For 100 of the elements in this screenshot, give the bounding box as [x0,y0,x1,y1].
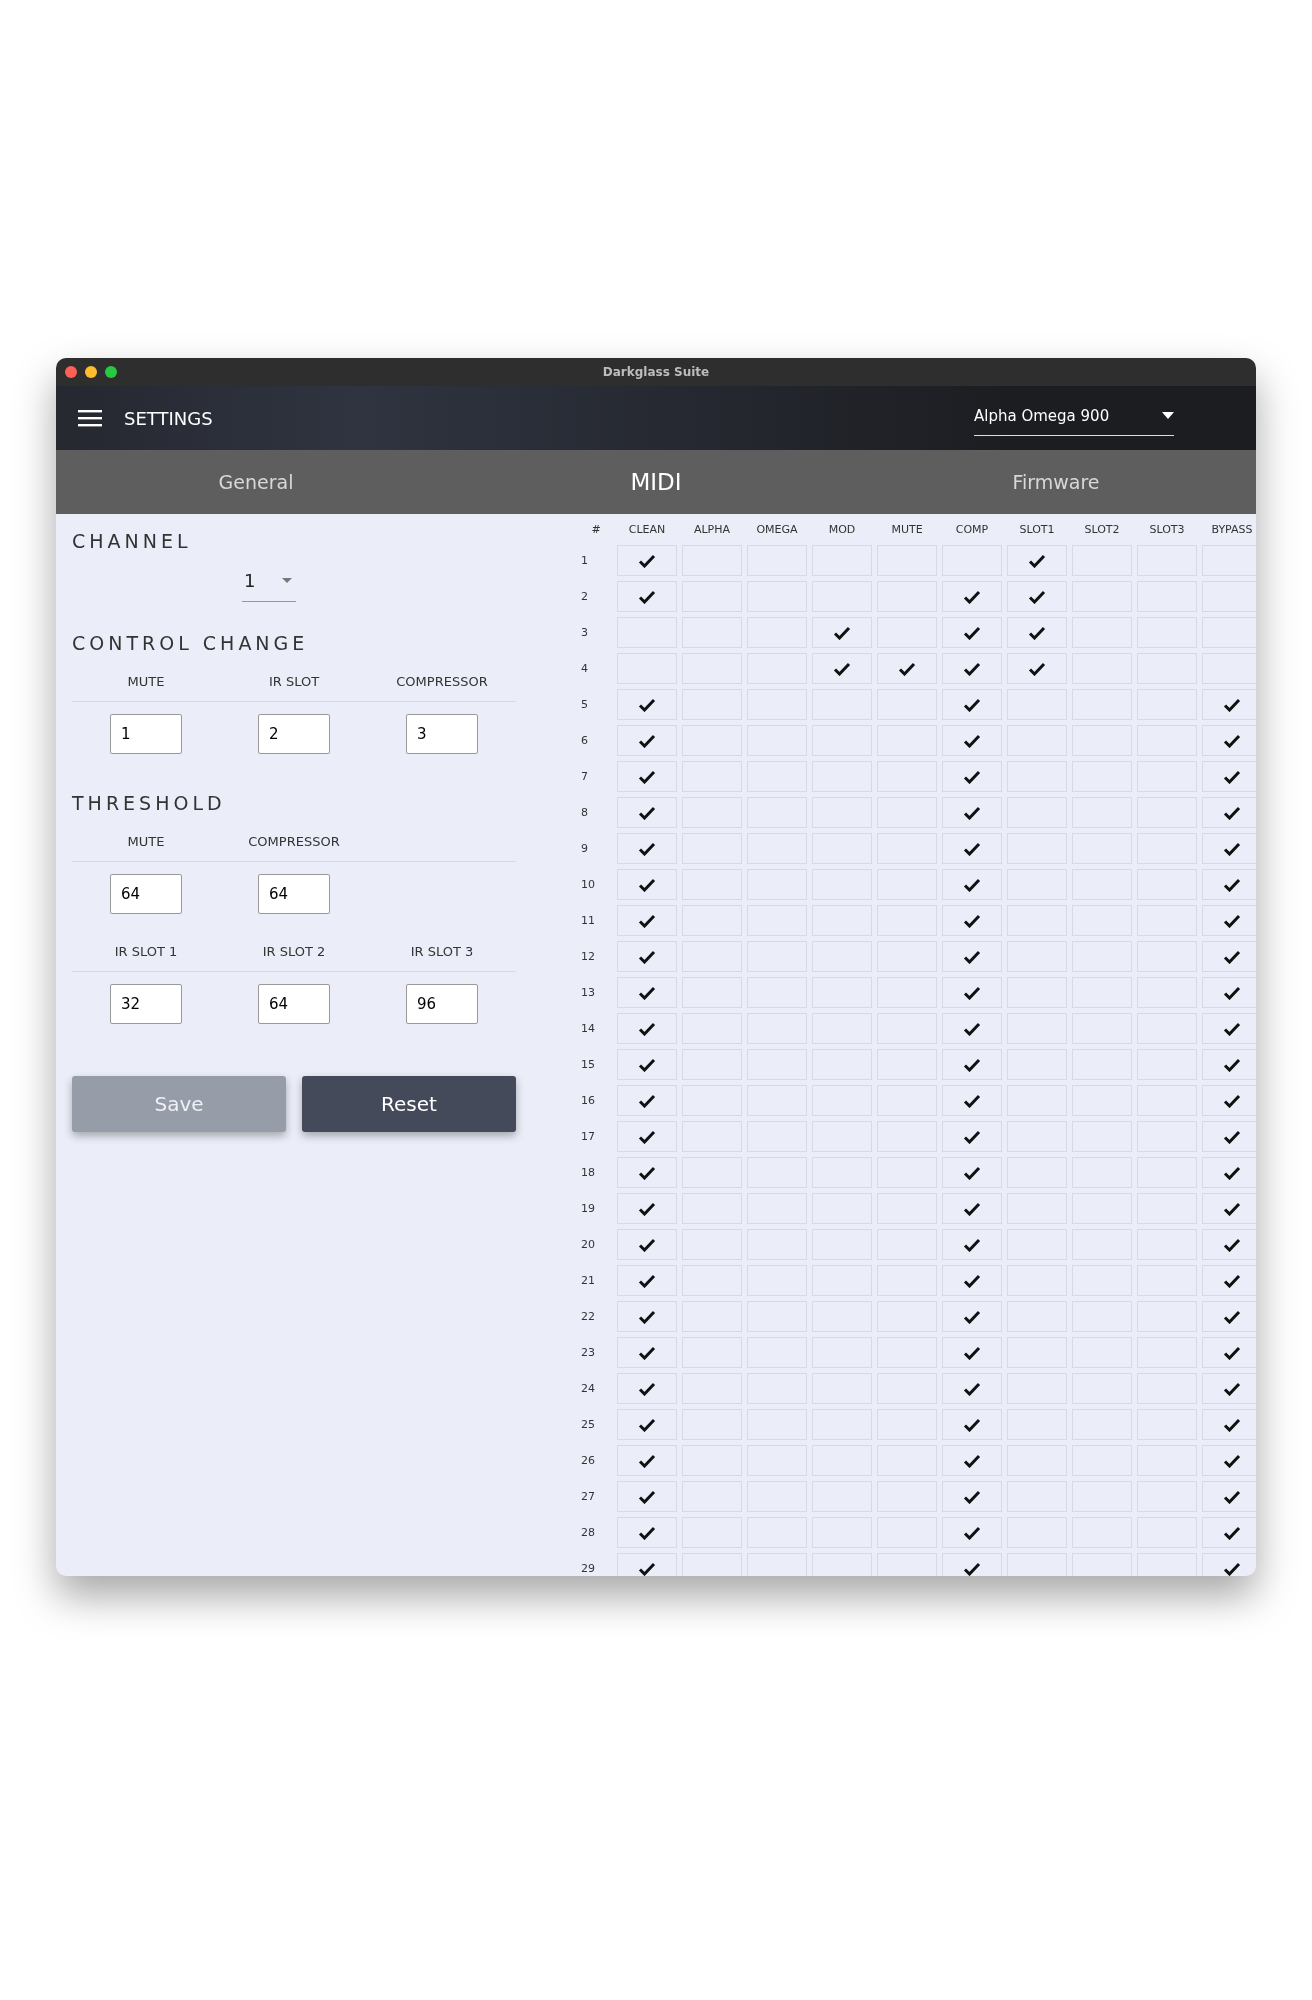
checkbox-cell[interactable] [1202,977,1256,1008]
checkbox-cell[interactable] [617,545,677,576]
checkbox-cell[interactable] [942,1013,1002,1044]
checkbox-cell[interactable] [1202,1409,1256,1440]
input-field[interactable]: 64 [258,874,330,914]
checkbox-cell[interactable] [617,689,677,720]
minimize-icon[interactable] [85,366,97,378]
checkbox-cell[interactable] [877,653,937,684]
checkbox-cell[interactable] [1202,797,1256,828]
input-field[interactable]: 96 [406,984,478,1024]
device-dropdown[interactable]: Alpha Omega 900 [974,400,1174,436]
checkbox-cell[interactable] [1202,1013,1256,1044]
checkbox-cell[interactable] [617,1229,677,1260]
checkbox-cell[interactable] [617,941,677,972]
checkbox-cell[interactable] [1202,545,1256,576]
checkbox-cell[interactable] [812,653,872,684]
checkbox-cell[interactable] [877,1553,937,1576]
checkbox-cell[interactable] [617,1301,677,1332]
checkbox-cell[interactable] [942,725,1002,756]
checkbox-cell[interactable] [942,761,1002,792]
checkbox-cell[interactable] [1202,1481,1256,1512]
input-field[interactable]: 2 [258,714,330,754]
checkbox-cell[interactable] [1202,1265,1256,1296]
checkbox-cell[interactable] [942,1193,1002,1224]
checkbox-cell[interactable] [1072,1553,1132,1576]
checkbox-cell[interactable] [617,581,677,612]
checkbox-cell[interactable] [812,1553,872,1576]
checkbox-cell[interactable] [942,797,1002,828]
input-field[interactable]: 3 [406,714,478,754]
channel-dropdown[interactable]: 1 [242,566,296,602]
checkbox-cell[interactable] [942,1373,1002,1404]
tab[interactable]: General [56,450,456,514]
checkbox-cell[interactable] [1007,617,1067,648]
checkbox-cell[interactable] [617,1481,677,1512]
checkbox-cell[interactable] [1202,1121,1256,1152]
checkbox-cell[interactable] [617,1553,677,1576]
checkbox-cell[interactable] [942,1121,1002,1152]
checkbox-cell[interactable] [1007,1553,1067,1576]
checkbox-cell[interactable] [942,833,1002,864]
input-field[interactable]: 1 [110,714,182,754]
zoom-icon[interactable] [105,366,117,378]
checkbox-cell[interactable] [617,1409,677,1440]
checkbox-cell[interactable] [1137,1553,1197,1576]
input-field[interactable]: 64 [258,984,330,1024]
checkbox-cell[interactable] [942,1085,1002,1116]
tab[interactable]: MIDI [456,450,856,514]
input-field[interactable]: 32 [110,984,182,1024]
checkbox-cell[interactable] [617,1013,677,1044]
reset-button[interactable]: Reset [302,1076,516,1132]
checkbox-cell[interactable] [942,1157,1002,1188]
checkbox-cell[interactable] [617,1121,677,1152]
checkbox-cell[interactable] [617,833,677,864]
checkbox-cell[interactable] [617,797,677,828]
checkbox-cell[interactable] [942,1517,1002,1548]
tab[interactable]: Firmware [856,450,1256,514]
checkbox-cell[interactable] [942,581,1002,612]
checkbox-cell[interactable] [1202,653,1256,684]
checkbox-cell[interactable] [617,1085,677,1116]
checkbox-cell[interactable] [942,941,1002,972]
checkbox-cell[interactable] [1202,941,1256,972]
checkbox-cell[interactable] [1202,1157,1256,1188]
checkbox-cell[interactable] [617,1193,677,1224]
checkbox-cell[interactable] [942,1409,1002,1440]
checkbox-cell[interactable] [617,1445,677,1476]
checkbox-cell[interactable] [747,1553,807,1576]
checkbox-cell[interactable] [617,1373,677,1404]
checkbox-cell[interactable] [1202,761,1256,792]
checkbox-cell[interactable] [1007,581,1067,612]
checkbox-cell[interactable] [942,869,1002,900]
checkbox-cell[interactable] [1202,1049,1256,1080]
checkbox-cell[interactable] [1007,653,1067,684]
checkbox-cell[interactable] [1202,833,1256,864]
checkbox-cell[interactable] [942,905,1002,936]
checkbox-cell[interactable] [1202,1085,1256,1116]
checkbox-cell[interactable] [617,725,677,756]
checkbox-cell[interactable] [1202,1337,1256,1368]
checkbox-cell[interactable] [1202,1517,1256,1548]
checkbox-cell[interactable] [812,617,872,648]
checkbox-cell[interactable] [942,1301,1002,1332]
checkbox-cell[interactable] [1202,1373,1256,1404]
checkbox-cell[interactable] [617,905,677,936]
checkbox-cell[interactable] [682,1553,742,1576]
checkbox-cell[interactable] [617,1337,677,1368]
checkbox-cell[interactable] [617,869,677,900]
checkbox-cell[interactable] [942,1337,1002,1368]
checkbox-cell[interactable] [1202,905,1256,936]
checkbox-cell[interactable] [617,1265,677,1296]
checkbox-cell[interactable] [942,977,1002,1008]
checkbox-cell[interactable] [1202,617,1256,648]
close-icon[interactable] [65,366,77,378]
checkbox-cell[interactable] [1202,1445,1256,1476]
checkbox-cell[interactable] [617,1517,677,1548]
checkbox-cell[interactable] [942,1265,1002,1296]
checkbox-cell[interactable] [942,1229,1002,1260]
checkbox-cell[interactable] [942,1553,1002,1576]
checkbox-cell[interactable] [942,653,1002,684]
checkbox-cell[interactable] [617,1049,677,1080]
checkbox-cell[interactable] [942,1049,1002,1080]
checkbox-cell[interactable] [942,617,1002,648]
checkbox-cell[interactable] [1007,545,1067,576]
